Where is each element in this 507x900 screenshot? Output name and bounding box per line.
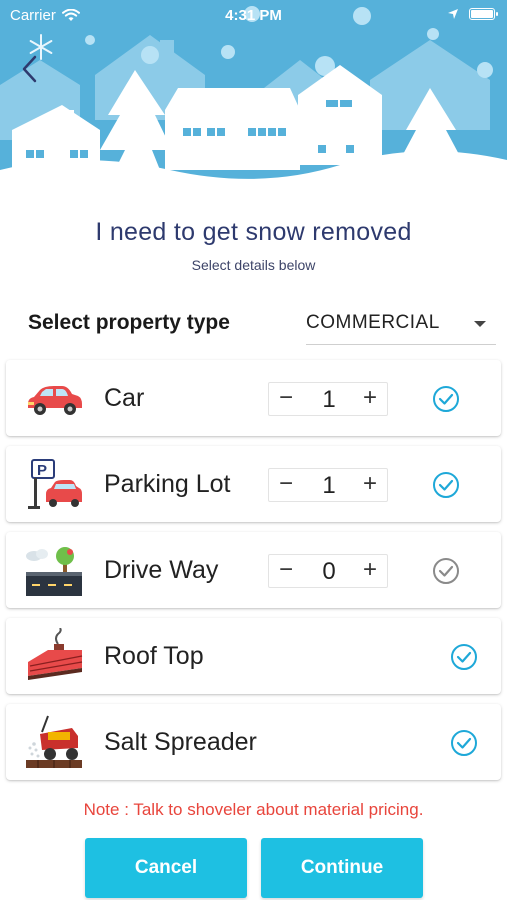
check-circle-icon[interactable] [450,729,478,757]
property-type-dropdown[interactable]: COMMERCIAL [306,305,496,345]
header: I need to get snow removed Select detail… [0,218,507,273]
parking-lot-icon: P [24,456,84,512]
increment-button[interactable]: + [353,469,387,501]
decrement-button[interactable]: − [269,469,303,501]
driveway-icon [24,542,84,598]
salt-spreader-icon [24,714,84,770]
service-label: Car [104,384,145,412]
property-type-label: Select property type [28,311,230,334]
service-label: Parking Lot [104,470,231,498]
service-label: Salt Spreader [104,728,257,756]
quantity-stepper: − 1 + [268,382,388,416]
battery-icon [469,8,498,20]
service-card-drive-way[interactable]: Drive Way − 0 + [6,532,501,608]
continue-button[interactable]: Continue [261,838,423,898]
quantity-stepper: − 1 + [268,468,388,502]
decrement-button[interactable]: − [269,555,303,587]
service-card-roof-top[interactable]: Roof Top [6,618,501,694]
status-bar: Carrier 4:31 PM [0,0,507,32]
quantity-stepper: − 0 + [268,554,388,588]
page-title: I need to get snow removed [95,218,412,246]
status-time: 4:31 PM [225,7,282,24]
dropdown-caret-icon [474,321,486,327]
increment-button[interactable]: + [353,555,387,587]
chevron-left-icon [22,55,37,83]
service-card-salt-spreader[interactable]: Salt Spreader [6,704,501,780]
increment-button[interactable]: + [353,383,387,415]
quantity-value: 1 [322,472,336,499]
cancel-button[interactable]: Cancel [85,838,247,898]
quantity-value: 1 [322,386,336,413]
service-label: Roof Top [104,642,204,670]
service-card-parking-lot[interactable]: P Parking Lot − 1 + [6,446,501,522]
check-circle-icon[interactable] [432,385,460,413]
service-label: Drive Way [104,556,219,584]
roof-top-icon [24,627,84,684]
quantity-value: 0 [322,558,336,585]
back-button[interactable] [14,34,53,84]
check-circle-icon[interactable] [432,557,460,585]
location-arrow-icon [448,9,458,19]
check-circle-icon[interactable] [450,643,478,671]
service-card-car[interactable]: Car − 1 + [6,360,501,436]
svg-text:P: P [37,462,47,479]
property-type-value: COMMERCIAL [306,312,440,333]
check-circle-icon[interactable] [432,471,460,499]
property-type-row: Select property type COMMERCIAL [28,305,498,345]
decrement-button[interactable]: − [269,383,303,415]
page-subtitle: Select details below [191,257,316,273]
material-pricing-note: Note : Talk to shoveler about material p… [83,800,424,819]
car-icon [24,370,84,426]
